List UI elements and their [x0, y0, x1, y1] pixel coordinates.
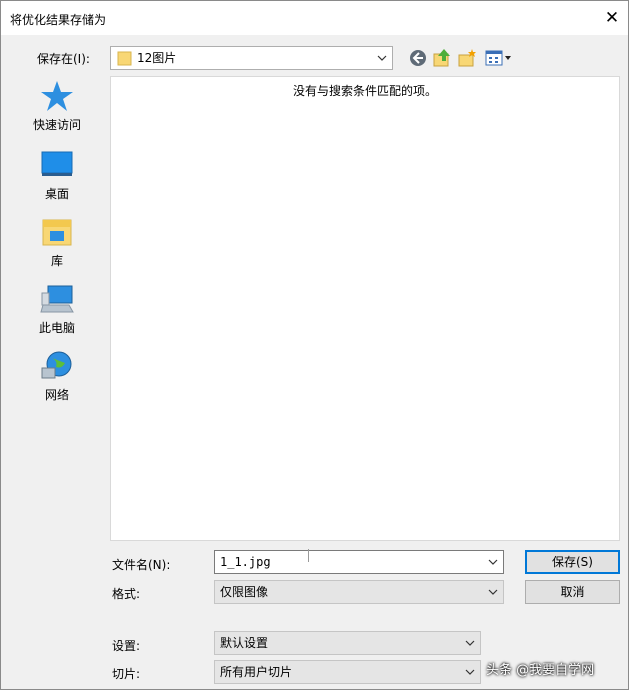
watermark: 头条 @我要自学网 [486, 663, 595, 678]
close-icon[interactable]: ✕ [599, 5, 625, 31]
save-dialog: 将优化结果存储为 ✕ 保存在(I): 12图片 快速访问 桌面 库 此电脑 网络… [0, 0, 629, 690]
format-value: 仅限图像 [220, 585, 269, 599]
format-label: 格式: [112, 587, 141, 601]
filename-label: 文件名(N): [112, 558, 171, 572]
chevron-down-icon [488, 589, 498, 595]
place-label: 此电脑 [38, 321, 75, 335]
save-in-dropdown[interactable]: 12图片 [110, 46, 393, 70]
settings-label: 设置: [112, 639, 141, 653]
text-cursor [308, 549, 309, 562]
computer-icon [40, 285, 74, 313]
place-network[interactable]: 网络 [23, 350, 91, 406]
view-menu-icon[interactable] [484, 49, 514, 67]
slices-value: 所有用户切片 [220, 665, 293, 679]
title-bar: 将优化结果存储为 ✕ [1, 1, 628, 35]
up-folder-icon[interactable] [432, 48, 452, 68]
dialog-title: 将优化结果存储为 [10, 13, 107, 27]
places-bar: 快速访问 桌面 库 此电脑 网络 [23, 76, 91, 428]
place-label: 库 [50, 254, 63, 268]
library-icon [42, 219, 72, 246]
settings-value: 默认设置 [220, 636, 269, 650]
new-folder-icon[interactable] [457, 48, 477, 68]
chevron-down-icon [465, 640, 475, 646]
cancel-button[interactable]: 取消 [525, 580, 620, 604]
place-quick-access[interactable]: 快速访问 [23, 80, 91, 136]
save-button[interactable]: 保存(S) [525, 550, 620, 574]
place-label: 桌面 [44, 187, 69, 201]
place-this-pc[interactable]: 此电脑 [23, 283, 91, 339]
place-label: 快速访问 [32, 118, 81, 132]
place-library[interactable]: 库 [23, 216, 91, 272]
filename-field[interactable]: 1_1.jpg [214, 550, 504, 574]
filename-value: 1_1.jpg [220, 555, 271, 569]
folder-icon [117, 51, 132, 66]
format-dropdown[interactable]: 仅限图像 [214, 580, 504, 604]
place-desktop[interactable]: 桌面 [23, 149, 91, 205]
save-in-label: 保存在(I): [37, 52, 90, 66]
chevron-down-icon [465, 669, 475, 675]
slices-dropdown[interactable]: 所有用户切片 [214, 660, 481, 684]
save-in-value: 12图片 [137, 51, 177, 65]
desktop-icon [41, 151, 73, 176]
place-label: 网络 [44, 388, 69, 402]
back-icon[interactable] [408, 48, 428, 68]
chevron-down-icon [377, 55, 387, 61]
chevron-down-icon[interactable] [487, 551, 499, 573]
file-list[interactable]: 没有与搜索条件匹配的项。 [110, 76, 620, 541]
network-icon [41, 351, 72, 379]
slices-label: 切片: [112, 667, 141, 681]
star-icon [41, 81, 73, 111]
empty-message: 没有与搜索条件匹配的项。 [292, 84, 437, 98]
settings-dropdown[interactable]: 默认设置 [214, 631, 481, 655]
